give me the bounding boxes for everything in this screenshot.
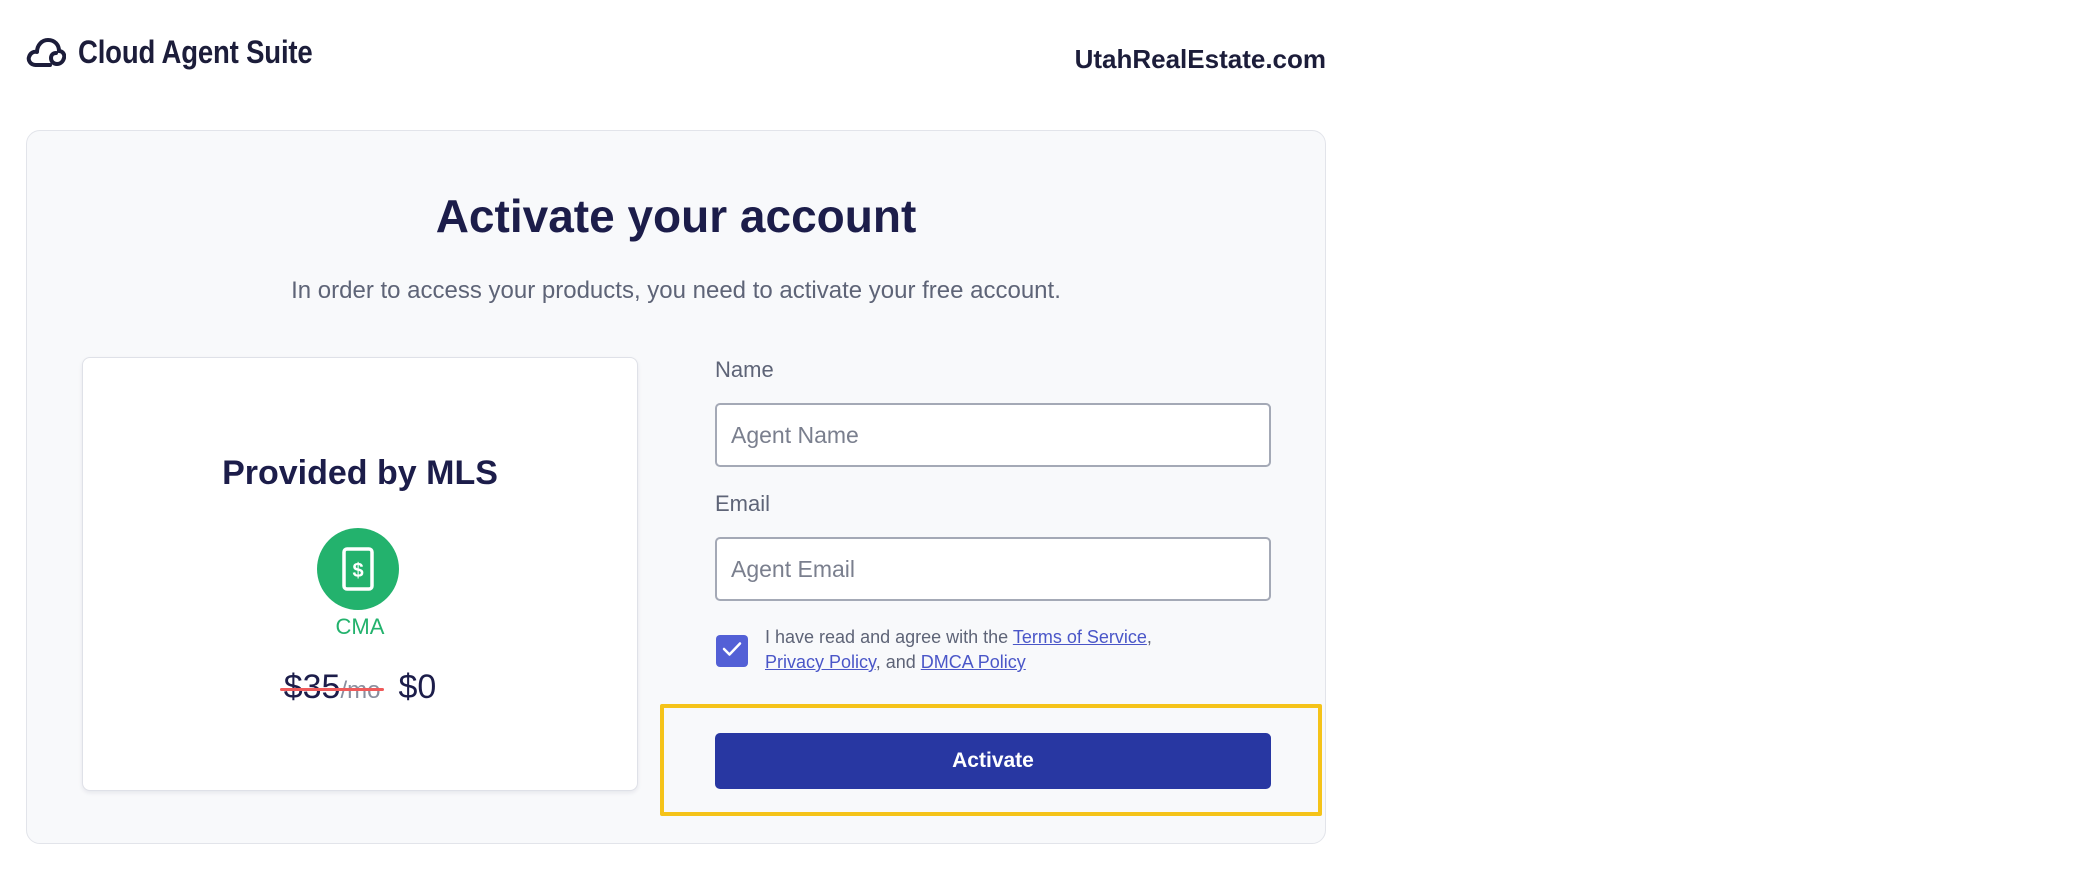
- checkmark-icon: [722, 641, 742, 662]
- name-label: Name: [715, 357, 774, 382]
- page-header: Cloud Agent Suite UtahRealEstate.com: [26, 30, 1326, 86]
- site-name: UtahRealEstate.com: [1074, 44, 1326, 74]
- email-input[interactable]: [715, 537, 1271, 601]
- consent-text: I have read and agree with the Terms of …: [765, 625, 1225, 675]
- price-row: $35/mo $0: [83, 668, 637, 707]
- strikethrough-line: [279, 688, 385, 692]
- cloud-icon: [26, 36, 66, 70]
- activation-panel: Activate your account In order to access…: [26, 130, 1326, 844]
- activate-button[interactable]: Activate: [715, 733, 1271, 789]
- svg-text:$: $: [352, 560, 363, 582]
- old-price-amount: $35: [283, 668, 341, 706]
- brand-name: Cloud Agent Suite: [78, 34, 313, 70]
- new-price: $0: [398, 668, 437, 706]
- terms-of-service-link[interactable]: Terms of Service: [1013, 627, 1147, 647]
- plan-title: Provided by MLS: [222, 454, 498, 492]
- name-input[interactable]: [715, 403, 1271, 467]
- privacy-policy-link[interactable]: Privacy Policy: [765, 652, 876, 672]
- agree-checkbox[interactable]: [716, 635, 748, 667]
- old-price: $35/mo: [279, 668, 385, 707]
- consent-comma: ,: [1146, 627, 1152, 647]
- consent-prefix: I have read and agree with the: [765, 627, 1013, 647]
- brand-logo[interactable]: Cloud Agent Suite: [26, 34, 351, 71]
- page-subtitle: In order to access your products, you ne…: [291, 277, 1061, 304]
- dmca-policy-link[interactable]: DMCA Policy: [921, 652, 1026, 672]
- consent-and: , and: [875, 652, 921, 672]
- email-label: Email: [715, 491, 771, 516]
- plan-card: Provided by MLS $ CMA $35/mo $0: [82, 357, 638, 791]
- dollar-document-icon: $: [317, 528, 399, 610]
- plan-product: CMA: [335, 614, 385, 639]
- page-title: Activate your account: [435, 190, 917, 242]
